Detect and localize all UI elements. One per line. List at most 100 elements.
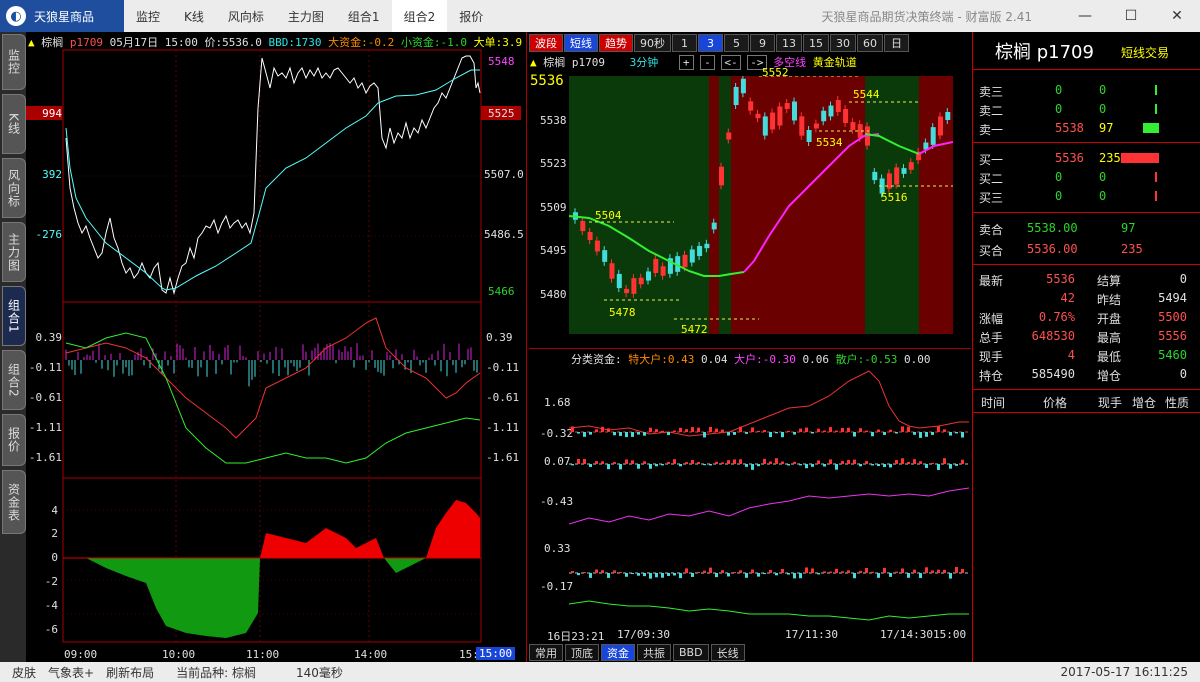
- kline-label-5544: 5544: [853, 88, 880, 101]
- capital-flow-bar: [811, 568, 814, 573]
- vtab-fund-table[interactable]: 资金表: [2, 470, 26, 534]
- period-30-button[interactable]: 30: [830, 34, 856, 52]
- maximize-icon[interactable]: ☐: [1108, 0, 1154, 32]
- menu-quote[interactable]: 报价: [447, 0, 495, 32]
- stat-label: 结算: [1097, 274, 1122, 288]
- period-9-button[interactable]: 9: [750, 34, 775, 52]
- kline-label-5472: 5472: [681, 323, 708, 336]
- vtab-monitor[interactable]: 监控: [2, 34, 26, 90]
- capital-flow-bar: [799, 573, 802, 579]
- menu-wind-vane[interactable]: 风向标: [216, 0, 276, 32]
- vtab-kline[interactable]: K线: [2, 94, 26, 154]
- tab-bbd[interactable]: BBD: [673, 644, 709, 661]
- capital-time-3: 17/14:30: [880, 628, 933, 641]
- capital-flow-bar: [691, 573, 694, 577]
- tab-top-bottom[interactable]: 顶底: [565, 644, 599, 661]
- menu-monitor[interactable]: 监控: [124, 0, 172, 32]
- capital-flow-bar: [661, 464, 664, 466]
- candle-body: [580, 220, 586, 232]
- candle-body: [697, 245, 703, 257]
- zoom-in-button[interactable]: +: [678, 55, 694, 70]
- capital-flow-bar: [649, 427, 652, 432]
- stat-value: 42: [1060, 291, 1075, 305]
- capital-flow-bar: [667, 462, 670, 464]
- period-60-button[interactable]: 60: [857, 34, 883, 52]
- minimize-icon[interactable]: —: [1062, 0, 1108, 32]
- quote-separator: [973, 142, 1200, 143]
- candle-body: [777, 106, 783, 126]
- period-3-button[interactable]: 3: [698, 34, 723, 52]
- status-skin[interactable]: 皮肤: [12, 664, 36, 681]
- menu-kline[interactable]: K线: [172, 0, 216, 32]
- status-refresh-layout[interactable]: 刷新布局: [106, 664, 154, 681]
- capital-flow-bar: [907, 426, 910, 432]
- golden-rail-label: 黄金轨道: [812, 56, 857, 69]
- quote-mode[interactable]: 短线交易: [1121, 44, 1169, 61]
- tab-common[interactable]: 常用: [529, 644, 563, 661]
- menu-combo2[interactable]: 组合2: [391, 0, 448, 32]
- bid-row-3: 买三 0 0: [973, 187, 1200, 206]
- vtab-quote[interactable]: 报价: [2, 414, 26, 466]
- period-13-button[interactable]: 13: [776, 34, 802, 52]
- period-90s-button[interactable]: 90秒: [634, 34, 671, 52]
- period-1-button[interactable]: 1: [672, 34, 697, 52]
- vtab-combo2[interactable]: 组合2: [2, 350, 26, 410]
- stat-label: 增仓: [1097, 369, 1122, 383]
- tab-capital[interactable]: 资金: [601, 644, 635, 661]
- stat-label: 涨幅: [979, 312, 1004, 326]
- special-big-extra: 0.04: [701, 353, 728, 366]
- capital-flow-bar: [889, 464, 892, 468]
- left-axis-994: 994: [42, 107, 62, 120]
- ask-vol: 97: [1099, 121, 1114, 135]
- period-5-button[interactable]: 5: [724, 34, 749, 52]
- menu-main-chart[interactable]: 主力图: [276, 0, 336, 32]
- capital-flow-bar: [775, 432, 778, 434]
- capital-flow-bar: [715, 573, 718, 578]
- period-15-button[interactable]: 15: [803, 34, 829, 52]
- time-label-1400: 14:00: [354, 648, 388, 661]
- capital-flow-bar: [865, 430, 868, 432]
- stat-label: 最新: [979, 274, 1004, 288]
- quote-title-bar: 棕榈 p1709 短线交易: [973, 32, 1200, 70]
- candle-body: [945, 112, 951, 120]
- menu-combo1[interactable]: 组合1: [336, 0, 392, 32]
- ask-bar: [1155, 104, 1157, 114]
- capital-flow-bar: [733, 432, 736, 435]
- capital-flow-bar: [877, 429, 880, 432]
- indicator-tabs: 常用 顶底 资金 共振 BBD 长线: [529, 644, 747, 661]
- capital-time-0: 16日23:21: [547, 630, 605, 643]
- vertical-tab-bar: 监控 K线 风向标 主力图 组合1 组合2 报价 资金表: [0, 32, 26, 662]
- vtab-main-chart[interactable]: 主力图: [2, 222, 26, 282]
- mode-trend-button[interactable]: 趋势: [599, 34, 633, 52]
- vtab-wind-vane[interactable]: 风向标: [2, 158, 26, 218]
- scroll-left-button[interactable]: <-: [721, 55, 741, 70]
- capital-flow-bar: [895, 571, 898, 573]
- bid-price: 0: [1055, 170, 1063, 184]
- capital-flow-bar: [721, 429, 724, 432]
- capital-flow-bar: [883, 567, 886, 573]
- mode-wave-button[interactable]: 波段: [529, 34, 563, 52]
- close-icon[interactable]: ✕: [1154, 0, 1200, 32]
- quote-separator: [973, 212, 1200, 213]
- status-time: 2017-05-17 16:11:25: [1060, 665, 1188, 679]
- status-weather[interactable]: 气象表+: [48, 664, 94, 681]
- sell-total-vol: 97: [1121, 221, 1136, 235]
- tab-resonance[interactable]: 共振: [637, 644, 671, 661]
- time-label-1100: 11:00: [246, 648, 280, 661]
- stat-label: 最低: [1097, 350, 1122, 364]
- tab-long-term[interactable]: 长线: [710, 644, 745, 661]
- capital-flow-bar: [607, 428, 610, 432]
- capital-flow-bar: [781, 461, 784, 464]
- stat-label: 最高: [1097, 331, 1122, 345]
- zoom-out-button[interactable]: -: [700, 55, 715, 70]
- capital-flow-bar: [955, 567, 958, 573]
- quote-separator: [973, 412, 1200, 413]
- period-day-button[interactable]: 日: [884, 34, 909, 52]
- candle-body: [711, 222, 717, 230]
- capital-flow-bar: [835, 568, 838, 573]
- vtab-combo1[interactable]: 组合1: [2, 286, 26, 346]
- mode-short-button[interactable]: 短线: [564, 34, 598, 52]
- stat-row: 最新 5536 结算 0: [973, 270, 1200, 289]
- app-logo-area[interactable]: ◐ 天狼星商品: [0, 0, 124, 32]
- capital-flow-bar: [757, 464, 760, 467]
